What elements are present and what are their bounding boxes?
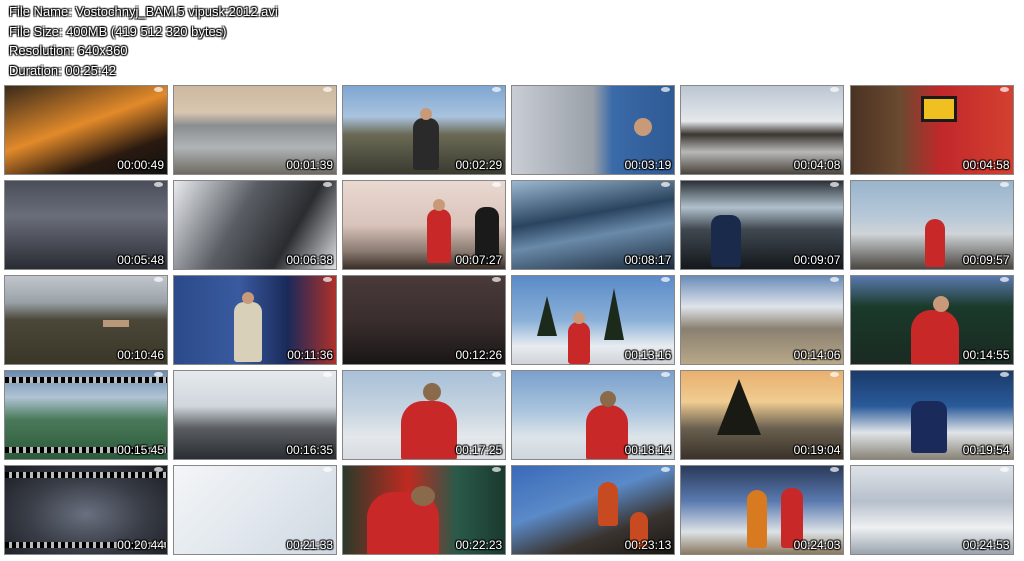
thumbnail-timestamp: 00:00:49 <box>117 158 164 172</box>
video-thumbnail: 00:08:17 <box>511 180 676 270</box>
thumbnail-timestamp: 00:11:36 <box>287 348 334 362</box>
thumbnail-timestamp: 00:08:17 <box>624 253 672 267</box>
thumbnail-timestamp: 00:15:45 <box>117 443 164 457</box>
thumbnail-timestamp: 00:05:48 <box>117 253 164 267</box>
thumbnail-timestamp: 00:22:23 <box>455 538 503 552</box>
video-thumbnail: 00:16:35 <box>173 370 338 460</box>
thumbnail-timestamp: 00:21:33 <box>286 538 334 552</box>
file-size-line: File Size: 400MB (419 512 320 bytes) <box>9 23 227 39</box>
thumbnail-timestamp: 00:19:54 <box>962 443 1010 457</box>
video-thumbnail: 00:23:13 <box>511 465 676 555</box>
thumbnail-timestamp: 00:09:57 <box>962 253 1010 267</box>
video-thumbnail: 00:18:14 <box>511 370 676 460</box>
thumbnail-timestamp: 00:10:46 <box>117 348 164 362</box>
video-thumbnail: 00:24:53 <box>849 465 1014 555</box>
filmstrip-border <box>5 377 167 383</box>
resolution-line: Resolution: 640x360 <box>9 43 128 58</box>
video-thumbnail: 00:06:38 <box>173 180 338 270</box>
thumbnail-timestamp: 00:18:14 <box>624 443 672 457</box>
video-thumbnail: 00:24:03 <box>680 465 845 555</box>
thumbnail-timestamp: 00:09:07 <box>793 253 841 267</box>
video-thumbnail: 00:07:27 <box>342 180 507 270</box>
channel-logo-icon <box>154 182 163 187</box>
video-thumbnail: 00:15:45 <box>4 370 168 460</box>
thumbnail-timestamp: 00:12:26 <box>455 348 503 362</box>
channel-logo-icon <box>154 372 163 377</box>
filmstrip-border <box>5 472 167 478</box>
channel-logo-icon <box>999 467 1009 472</box>
video-thumbnail: 00:03:19 <box>511 85 676 175</box>
thumbnail-timestamp: 00:16:35 <box>286 443 334 457</box>
thumbnail-timestamp: 00:19:04 <box>793 443 841 457</box>
video-thumbnail: 00:19:04 <box>680 370 845 460</box>
video-thumbnail: 00:00:49 <box>4 85 168 175</box>
video-thumbnail: 00:05:48 <box>4 180 168 270</box>
channel-logo-icon <box>154 467 163 472</box>
video-thumbnail: 00:09:07 <box>680 180 845 270</box>
channel-logo-icon <box>154 277 163 282</box>
duration-line: Duration: 00:25:42 <box>9 62 116 78</box>
thumbnail-timestamp: 00:03:19 <box>624 158 672 172</box>
thumbnail-timestamp: 00:04:08 <box>793 158 841 172</box>
thumbnail-timestamp: 00:01:39 <box>286 158 334 172</box>
thumbnail-timestamp: 00:17:25 <box>455 443 503 457</box>
video-thumbnail: 00:01:39 <box>173 85 338 175</box>
video-thumbnail: 00:22:23 <box>342 465 507 555</box>
video-thumbnail: 00:21:33 <box>173 465 338 555</box>
video-thumbnail: 00:12:26 <box>342 275 507 365</box>
video-thumbnail: 00:11:36 <box>173 275 338 365</box>
video-thumbnail: 00:19:54 <box>849 370 1014 460</box>
channel-logo-icon <box>999 372 1009 377</box>
channel-logo-icon <box>999 87 1009 92</box>
thumbnail-timestamp: 00:14:55 <box>962 348 1010 362</box>
channel-logo-icon <box>999 182 1009 187</box>
video-thumbnail: 00:04:58 <box>849 85 1014 175</box>
video-thumbnail: 00:14:55 <box>849 275 1014 365</box>
video-thumbnail: 00:20:44 <box>4 465 168 555</box>
thumbnail-timestamp: 00:02:29 <box>455 158 503 172</box>
video-thumbnail: 00:10:46 <box>4 275 168 365</box>
file-info-block: File Name: Vostochnyj_BAM.5 vipusk:2012.… <box>9 2 278 80</box>
thumbnail-timestamp: 00:07:27 <box>455 253 503 267</box>
video-thumbnail: 00:14:06 <box>680 275 845 365</box>
thumbnail-timestamp: 00:13:16 <box>624 348 672 362</box>
video-thumbnail: 00:17:25 <box>342 370 507 460</box>
thumbnail-timestamp: 00:04:58 <box>962 158 1010 172</box>
thumbnail-timestamp: 00:24:03 <box>793 538 841 552</box>
channel-logo-icon <box>154 87 163 92</box>
channel-logo-icon <box>999 277 1009 282</box>
thumbnail-timestamp: 00:20:44 <box>117 538 164 552</box>
video-thumbnail: 00:02:29 <box>342 85 507 175</box>
thumbnail-timestamp: 00:24:53 <box>962 538 1010 552</box>
video-thumbnail: 00:09:57 <box>849 180 1014 270</box>
thumbnail-timestamp: 00:14:06 <box>793 348 841 362</box>
file-name-line: File Name: Vostochnyj_BAM.5 vipusk:2012.… <box>9 4 278 19</box>
thumbnail-timestamp: 00:06:38 <box>286 253 334 267</box>
thumbnail-grid: 00:00:49 00:01:39 00:02:29 00:03:19 00:04:08… <box>4 85 1018 556</box>
video-thumbnail: 00:04:08 <box>680 85 845 175</box>
thumbnail-timestamp: 00:23:13 <box>624 538 672 552</box>
video-thumbnail: 00:13:16 <box>511 275 676 365</box>
